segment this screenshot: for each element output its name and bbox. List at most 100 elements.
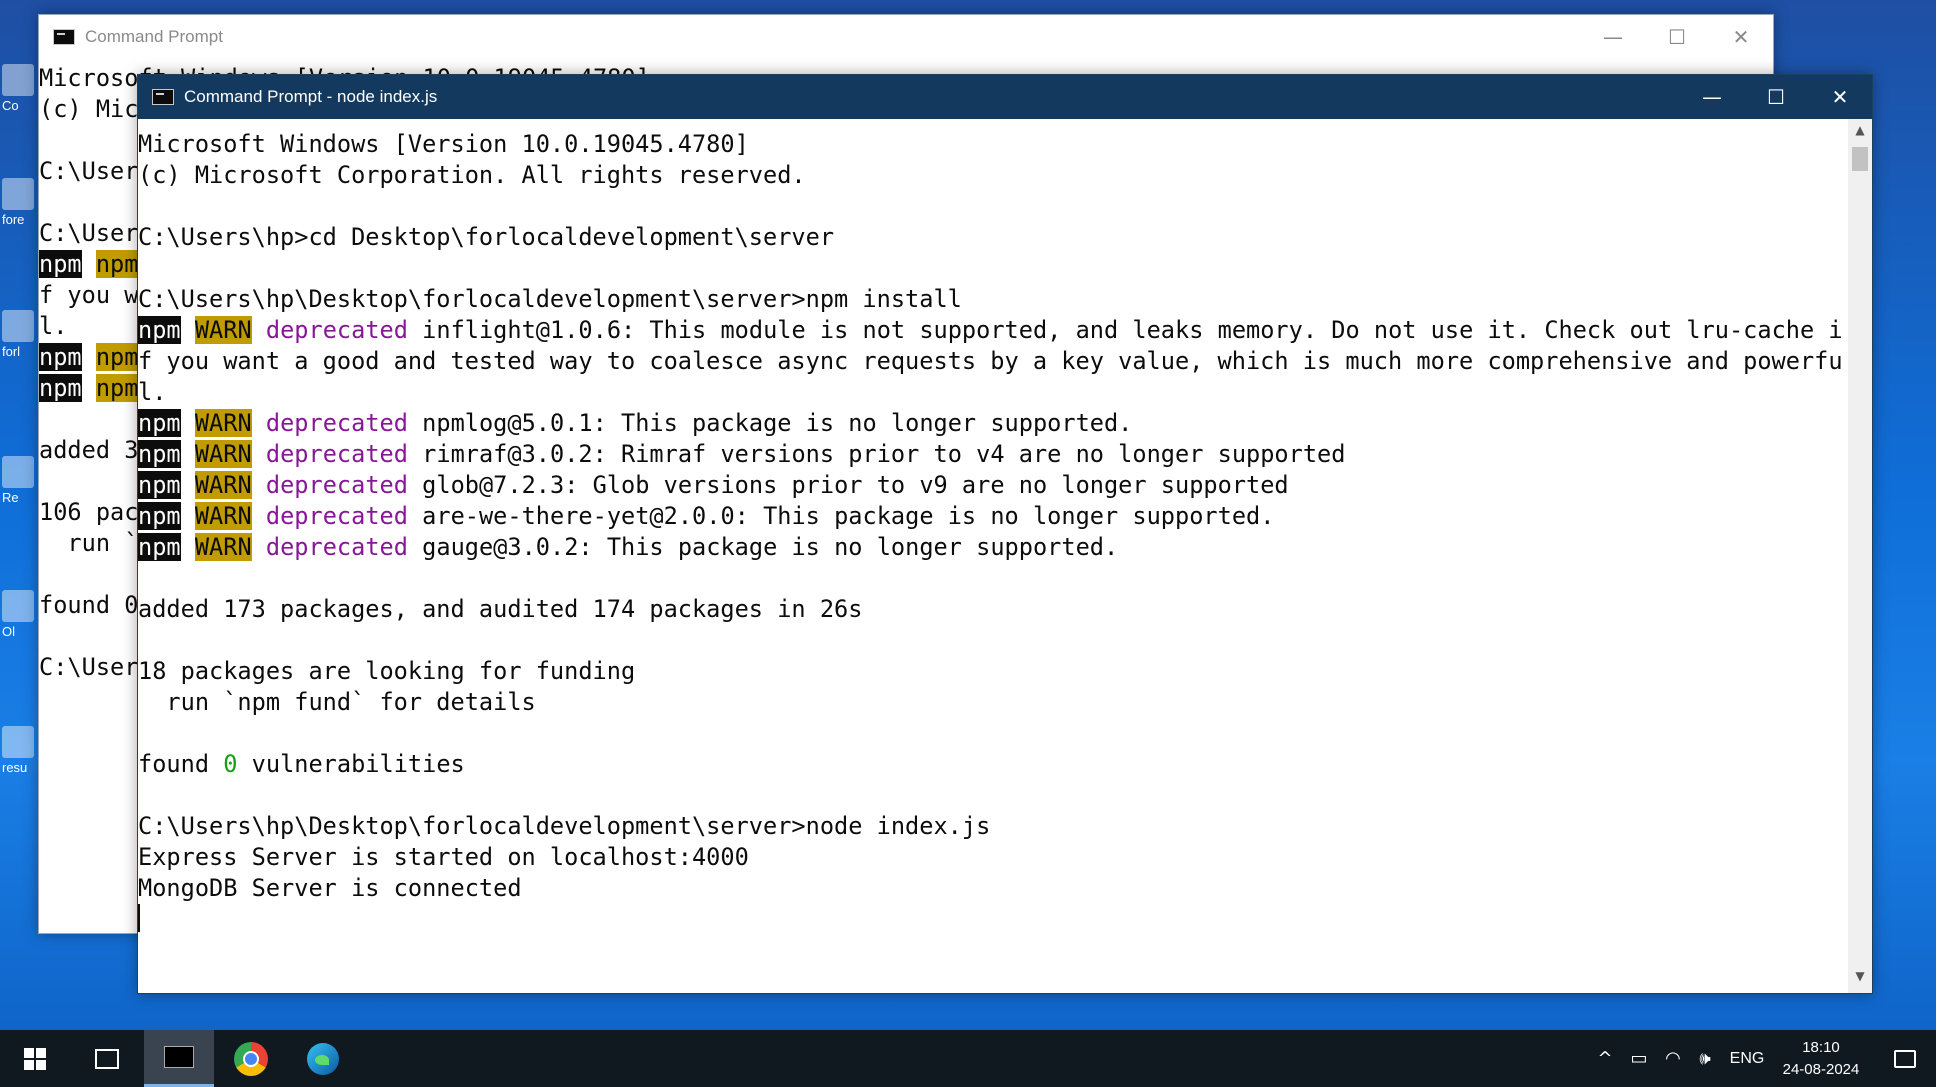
taskbar: ^ ▭ ◠ 🕪 ENG 18:10 24-08-2024	[0, 1030, 1936, 1087]
cmd-app-icon	[53, 29, 75, 45]
chrome-icon	[234, 1041, 268, 1076]
chrome-taskbar-button[interactable]	[216, 1030, 286, 1087]
minimize-button[interactable]: —	[1680, 75, 1744, 119]
warn-tag: WARN	[194, 440, 252, 468]
clock-time: 18:10	[1802, 1038, 1840, 1056]
warning-line: npm WARN deprecated glob@7.2.3: Glob ver…	[138, 470, 1843, 501]
folder-icon	[2, 310, 34, 342]
warning-text: npmlog@5.0.1: This package is no longer …	[422, 409, 1133, 437]
action-center-button[interactable]	[1880, 1030, 1930, 1087]
deprecated-tag: deprecated	[265, 440, 408, 468]
console-line: C:\Users\hp>cd Desktop\forlocaldevelopme…	[138, 223, 835, 251]
edge-taskbar-button[interactable]	[288, 1030, 358, 1087]
console-line: l.	[138, 378, 167, 406]
close-button[interactable]: ✕	[1709, 15, 1773, 59]
npm-tag: npm	[39, 343, 82, 371]
warning-text: inflight@1.0.6: This module is not suppo…	[422, 316, 1843, 344]
input-language-indicator[interactable]: ENG	[1724, 1030, 1770, 1087]
console-line: (c) Microsoft Corporation. All rights re…	[138, 161, 806, 189]
warn-tag: WARN	[194, 409, 252, 437]
recycle-bin-icon	[2, 456, 34, 488]
desktop-icon-label: Co	[2, 98, 19, 113]
npm-tag: npm	[138, 316, 181, 344]
warning-text: are-we-there-yet@2.0.0: This package is …	[422, 502, 1275, 530]
screen-edge	[1936, 0, 1946, 1087]
console-line: MongoDB Server is connected	[138, 874, 522, 902]
npm-tag: npm	[138, 533, 181, 561]
scroll-thumb[interactable]	[1852, 147, 1868, 171]
warning-line: npm WARN deprecated gauge@3.0.2: This pa…	[138, 532, 1843, 563]
minimize-button[interactable]: —	[1581, 15, 1645, 59]
found-suffix: vulnerabilities	[237, 750, 465, 778]
deprecated-tag: deprecated	[265, 409, 408, 437]
shortcut-icon	[2, 64, 34, 96]
scroll-up-arrow-icon[interactable]: ▲	[1848, 123, 1872, 143]
wifi-icon[interactable]: ◠	[1658, 1030, 1688, 1087]
npm-tag: npm	[39, 250, 82, 278]
warn-tag: WARN	[194, 502, 252, 530]
warning-text: gauge@3.0.2: This package is no longer s…	[422, 533, 1119, 561]
desktop-icon[interactable]: resu	[2, 726, 42, 775]
desktop-icon-label: resu	[2, 760, 28, 775]
desktop-icon[interactable]: Ol	[2, 590, 42, 639]
desktop-icon[interactable]: forl	[2, 310, 42, 359]
maximize-button[interactable]: ☐	[1744, 75, 1808, 119]
front-console-output[interactable]: Microsoft Windows [Version 10.0.19045.47…	[138, 119, 1872, 993]
battery-icon[interactable]: ▭	[1622, 1030, 1656, 1087]
console-line: 18 packages are looking for funding	[138, 657, 636, 685]
back-window-titlebar[interactable]: Command Prompt — ☐ ✕	[39, 15, 1773, 59]
console-line: run `npm fund` for details	[138, 688, 536, 716]
desktop-icon[interactable]: Re	[2, 456, 42, 505]
clock[interactable]: 18:10 24-08-2024	[1776, 1030, 1866, 1087]
npm-tag: npm	[39, 374, 82, 402]
desktop-icon-label: Ol	[2, 624, 15, 639]
console-line: added 173 packages, and audited 174 pack…	[138, 595, 863, 623]
folder-icon	[2, 178, 34, 210]
desktop-icon[interactable]: Co	[2, 64, 42, 113]
command-prompt-icon	[164, 1046, 194, 1068]
found-prefix: found	[138, 750, 224, 778]
task-view-icon	[95, 1048, 119, 1069]
command-prompt-taskbar-button[interactable]	[144, 1030, 214, 1087]
npm-tag: npm	[138, 502, 181, 530]
deprecated-tag: deprecated	[265, 471, 408, 499]
npm-tag: npm	[138, 440, 181, 468]
desktop-background: Co fore forl Re Ol resu Command Prompt —…	[0, 0, 1946, 1087]
deprecated-tag: deprecated	[265, 533, 408, 561]
desktop-icon-label: fore	[2, 212, 25, 227]
console-line: Microsoft Windows [Version 10.0.19045.47…	[138, 130, 749, 158]
console-line: C:\Users\hp\Desktop\forlocaldevelopment\…	[138, 812, 991, 840]
maximize-button[interactable]: ☐	[1645, 15, 1709, 59]
front-window-titlebar[interactable]: Command Prompt - node index.js — ☐ ✕	[138, 75, 1872, 119]
warning-text: rimraf@3.0.2: Rimraf versions prior to v…	[422, 440, 1346, 468]
prompt-line[interactable]	[138, 904, 1843, 935]
vertical-scrollbar[interactable]: ▲ ▼	[1848, 119, 1872, 993]
cmd-app-icon	[152, 89, 174, 105]
start-button[interactable]	[0, 1030, 70, 1087]
desktop-icon[interactable]: fore	[2, 178, 42, 227]
vulnerability-count: 0	[223, 750, 238, 778]
warning-line: npm WARN deprecated npmlog@5.0.1: This p…	[138, 408, 1843, 439]
console-line: found 0 vulnerabilities	[138, 749, 1843, 780]
notification-icon	[1894, 1049, 1916, 1068]
document-icon	[2, 726, 34, 758]
task-view-button[interactable]	[72, 1030, 142, 1087]
console-line: C:\Users\hp\Desktop\forlocaldevelopment\…	[138, 285, 962, 313]
clock-date: 24-08-2024	[1782, 1060, 1860, 1078]
close-button[interactable]: ✕	[1808, 75, 1872, 119]
warning-text: glob@7.2.3: Glob versions prior to v9 ar…	[422, 471, 1289, 499]
warning-line: npm WARN deprecated inflight@1.0.6: This…	[138, 315, 1843, 346]
scroll-down-arrow-icon[interactable]: ▼	[1848, 969, 1872, 989]
front-command-prompt-window[interactable]: Command Prompt - node index.js — ☐ ✕ Mic…	[137, 74, 1873, 994]
volume-icon[interactable]: 🕪	[1690, 1030, 1720, 1087]
console-line: f you want a good and tested way to coal…	[138, 347, 1843, 375]
npm-tag: npm	[138, 409, 181, 437]
desktop-icon-label: forl	[2, 344, 21, 359]
show-hidden-icons-chevron-icon[interactable]: ^	[1590, 1030, 1620, 1087]
warning-line: npm WARN deprecated are-we-there-yet@2.0…	[138, 501, 1843, 532]
